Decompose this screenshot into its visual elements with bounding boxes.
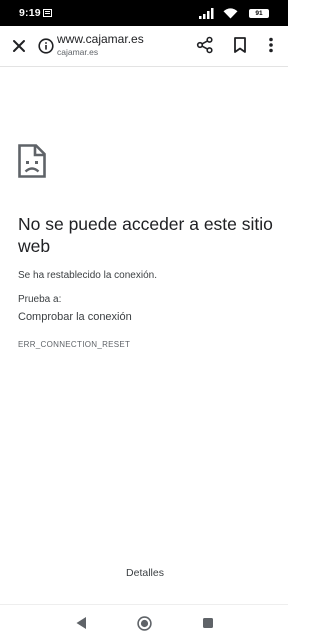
browser-toolbar: www.cajamar.es cajamar.es <box>0 26 288 67</box>
signal-icon <box>199 8 214 19</box>
status-icons: 91 <box>199 8 269 20</box>
wifi-icon <box>223 8 238 19</box>
back-icon[interactable] <box>75 616 87 630</box>
share-icon[interactable] <box>196 36 214 54</box>
sad-document-icon <box>18 144 46 178</box>
error-code: ERR_CONNECTION_RESET <box>18 340 131 349</box>
home-icon[interactable] <box>137 616 152 631</box>
close-icon[interactable] <box>10 37 28 55</box>
details-button[interactable]: Detalles <box>110 562 180 584</box>
suggestions-label: Prueba a: <box>18 294 62 305</box>
url-block[interactable]: www.cajamar.es cajamar.es <box>57 32 144 58</box>
status-bar: 9:19 91 <box>0 0 288 26</box>
navigation-bar <box>0 604 288 641</box>
suggestion-check-connection: Comprobar la conexión <box>18 311 132 323</box>
url-domain: cajamar.es <box>57 47 99 57</box>
notification-icon <box>43 9 52 17</box>
bookmark-icon[interactable] <box>232 36 248 54</box>
error-title: No se puede acceder a este sitio web <box>18 214 273 256</box>
url-title: www.cajamar.es <box>57 32 144 46</box>
more-vert-icon[interactable] <box>264 36 278 54</box>
battery-indicator: 91 <box>249 9 269 18</box>
recents-icon[interactable] <box>202 617 214 629</box>
info-icon[interactable] <box>38 38 54 54</box>
status-time: 9:19 <box>19 7 41 19</box>
error-description: Se ha restablecido la conexión. <box>18 270 157 281</box>
